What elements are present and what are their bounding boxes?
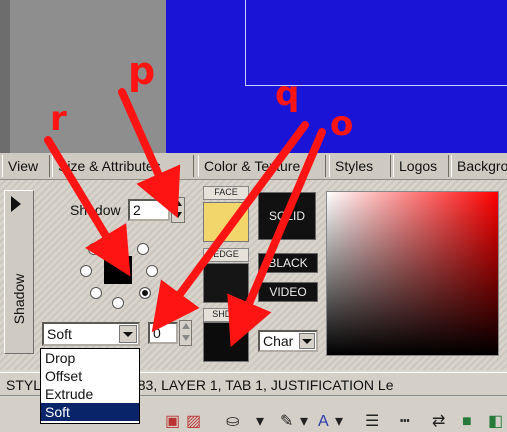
spin-down-icon[interactable] <box>174 212 182 218</box>
canvas-gray-area <box>0 0 166 153</box>
face-label: FACE <box>203 186 249 200</box>
tab-styles[interactable]: Styles <box>329 155 391 177</box>
option-offset[interactable]: Offset <box>41 367 139 385</box>
radio-direction-sw[interactable] <box>90 287 102 299</box>
tab-logos[interactable]: Logos <box>393 155 449 177</box>
fill-bucket-icon[interactable]: ⛀ <box>226 414 239 430</box>
pencil-icon[interactable]: ✎ <box>280 414 293 430</box>
shadow-style-dropdown-list[interactable]: Drop Offset Extrude Soft <box>40 348 140 424</box>
edge-color-swatch[interactable] <box>203 263 249 303</box>
offset-input[interactable]: 0 <box>148 322 178 344</box>
color-picker-gradient[interactable] <box>326 191 499 356</box>
play-arrow-icon[interactable] <box>11 196 21 212</box>
char-select[interactable]: Char <box>258 330 318 352</box>
image-icon[interactable]: ▣ <box>165 414 180 430</box>
tab-background[interactable]: Backgro <box>451 155 507 177</box>
dropdown-small-icon[interactable]: ▾ <box>335 414 343 430</box>
shadow-color-label: SHDW <box>203 308 249 322</box>
swap-icon[interactable]: ⇄ <box>432 414 445 430</box>
tab-color-texture[interactable]: Color & Texture <box>198 155 326 177</box>
spin-up-icon[interactable] <box>181 323 190 329</box>
spin-down-icon[interactable] <box>181 335 190 341</box>
shadow-side-label: Shadow <box>11 273 27 325</box>
shadow-size-input[interactable]: 2 <box>128 199 170 221</box>
radio-direction-w[interactable] <box>80 265 92 277</box>
square-icon[interactable]: ■ <box>462 414 472 430</box>
tab-size-attributes[interactable]: Size & Attributes <box>52 155 194 177</box>
offset-spinner[interactable] <box>179 320 192 346</box>
radio-direction-nw[interactable] <box>88 243 100 255</box>
shadow-direction-preview <box>104 256 132 284</box>
edge-label: EDGE <box>203 248 249 262</box>
dashed-line-icon[interactable]: ┅ <box>400 414 410 430</box>
option-extrude[interactable]: Extrude <box>41 385 139 403</box>
layer-icon[interactable]: ◧ <box>488 414 503 430</box>
canvas-left-strip <box>0 0 10 153</box>
dropdown-arrow-button[interactable] <box>299 333 315 349</box>
chevron-down-icon <box>123 332 133 337</box>
shadow-style-select[interactable]: Soft <box>42 322 140 346</box>
shadow-spinner[interactable] <box>171 197 185 223</box>
chevron-down-icon <box>302 339 312 344</box>
option-drop[interactable]: Drop <box>41 349 139 367</box>
char-select-value: Char <box>263 333 294 349</box>
radio-direction-s[interactable] <box>112 297 124 309</box>
tab-view[interactable]: View <box>2 155 50 177</box>
black-button[interactable]: BLACK <box>258 253 318 273</box>
radio-direction-se[interactable] <box>139 287 151 299</box>
line-style-icon[interactable]: ☰ <box>365 414 379 430</box>
dropdown-small-icon[interactable]: ▾ <box>256 414 264 430</box>
shadow-style-value: Soft <box>47 326 72 342</box>
dropdown-small-icon[interactable]: ▾ <box>300 414 308 430</box>
video-button[interactable]: VIDEO <box>258 282 318 302</box>
shadow-label: Shadow <box>70 202 121 218</box>
tab-bar: View Size & Attributes Color & Texture S… <box>0 153 507 180</box>
radio-direction-n[interactable] <box>111 237 123 249</box>
radio-direction-ne[interactable] <box>137 243 149 255</box>
option-soft[interactable]: Soft <box>41 403 139 421</box>
safe-title-frame <box>245 0 507 86</box>
picture-icon[interactable]: ▨ <box>186 414 201 430</box>
text-color-icon[interactable]: A <box>318 414 329 430</box>
face-color-swatch[interactable] <box>203 202 249 242</box>
shadow-color-swatch[interactable] <box>203 322 249 362</box>
solid-button[interactable]: SOLID <box>258 192 316 240</box>
dropdown-arrow-button[interactable] <box>119 325 137 343</box>
radio-direction-e[interactable] <box>146 265 158 277</box>
spin-up-icon[interactable] <box>174 200 182 206</box>
